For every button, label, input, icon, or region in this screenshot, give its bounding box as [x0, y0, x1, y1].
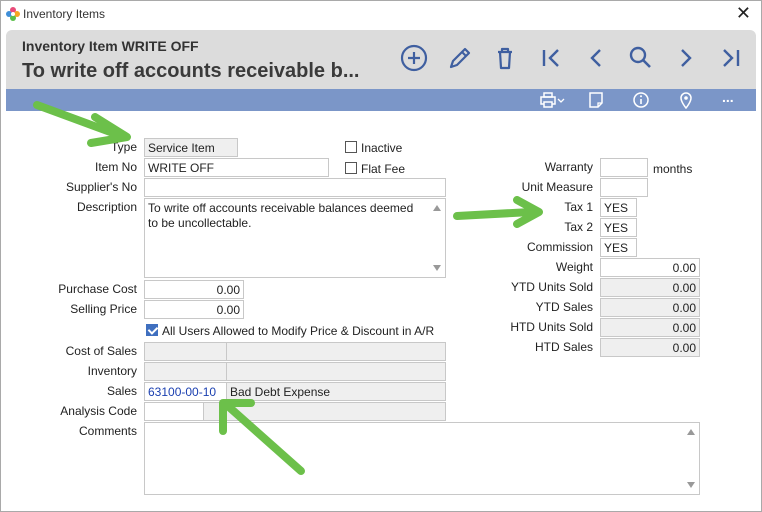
record-header: Inventory Item WRITE OFF To write off ac…: [6, 30, 756, 89]
next-record-icon[interactable]: [671, 43, 701, 73]
edit-icon[interactable]: [445, 43, 475, 73]
tax2-label: Tax 2: [564, 220, 593, 234]
sales-account-field[interactable]: 63100-00-10: [144, 382, 227, 401]
comments-label: Comments: [78, 424, 137, 438]
inventory-items-window: Inventory Items ✕ Inventory Item WRITE O…: [0, 0, 762, 512]
cost-of-sales-account-field[interactable]: [144, 342, 227, 361]
suppliers-no-label: Supplier's No: [66, 180, 137, 194]
commission-field[interactable]: YES: [600, 238, 637, 257]
flat-fee-label: Flat Fee: [361, 162, 406, 176]
tax1-label: Tax 1: [564, 200, 593, 214]
htd-units-sold-label: HTD Units Sold: [510, 320, 593, 334]
item-no-field[interactable]: WRITE OFF: [144, 158, 329, 177]
cost-of-sales-label: Cost of Sales: [65, 344, 137, 358]
warranty-label: Warranty: [544, 160, 593, 174]
purchase-cost-field[interactable]: 0.00: [144, 280, 244, 299]
selling-price-label: Selling Price: [70, 302, 137, 316]
record-title: To write off accounts receivable b...: [22, 60, 360, 82]
inventory-name-field: [226, 362, 446, 381]
htd-sales-field: 0.00: [600, 338, 700, 357]
close-icon[interactable]: ✕: [736, 3, 751, 23]
purchase-cost-label: Purchase Cost: [58, 282, 137, 296]
last-record-icon[interactable]: [716, 43, 746, 73]
all-users-allowed-checkbox[interactable]: [146, 324, 158, 336]
record-subtitle: Inventory Item WRITE OFF: [22, 38, 199, 54]
more-icon[interactable]: ...: [722, 89, 742, 107]
commission-label: Commission: [526, 240, 593, 254]
print-icon[interactable]: [538, 91, 566, 109]
scroll-down-icon[interactable]: [687, 482, 695, 488]
ytd-units-sold-label: YTD Units Sold: [510, 280, 593, 294]
inactive-checkbox[interactable]: [345, 141, 357, 153]
secondary-toolbar: ...: [6, 89, 756, 111]
info-icon[interactable]: [632, 91, 650, 109]
sales-account-name-field: Bad Debt Expense: [226, 382, 446, 401]
tax2-field[interactable]: YES: [600, 218, 637, 237]
scroll-down-icon[interactable]: [433, 265, 441, 271]
delete-icon[interactable]: [490, 43, 520, 73]
add-icon[interactable]: [399, 43, 429, 73]
scroll-up-icon[interactable]: [687, 429, 695, 435]
warranty-unit: months: [653, 162, 693, 176]
type-field[interactable]: Service Item: [144, 138, 238, 157]
inventory-label: Inventory: [87, 364, 137, 378]
search-icon[interactable]: [626, 43, 656, 73]
type-label: Type: [110, 140, 137, 154]
selling-price-field[interactable]: 0.00: [144, 300, 244, 319]
previous-record-icon[interactable]: [581, 43, 611, 73]
inactive-label: Inactive: [361, 141, 403, 155]
comments-field[interactable]: [144, 422, 700, 495]
weight-field[interactable]: 0.00: [600, 258, 700, 277]
notes-icon[interactable]: [587, 91, 605, 109]
window-title: Inventory Items: [23, 7, 106, 21]
ytd-sales-field: 0.00: [600, 298, 700, 317]
htd-sales-label: HTD Sales: [534, 340, 593, 354]
description-label: Description: [76, 200, 137, 214]
ytd-units-sold-field: 0.00: [600, 278, 700, 297]
unit-measure-field[interactable]: [600, 178, 648, 197]
first-record-icon[interactable]: [536, 43, 566, 73]
description-field[interactable]: To write off accounts receivable balance…: [144, 198, 446, 278]
weight-label: Weight: [555, 260, 593, 274]
suppliers-no-field[interactable]: [144, 178, 446, 197]
inventory-account-field[interactable]: [144, 362, 227, 381]
cost-of-sales-name-field: [226, 342, 446, 361]
description-scrollbar[interactable]: [429, 199, 445, 277]
analysis-code-label: Analysis Code: [60, 404, 137, 418]
tax1-field[interactable]: YES: [600, 198, 637, 217]
comments-scrollbar[interactable]: [683, 423, 699, 494]
unit-measure-label: Unit Measure: [521, 180, 593, 194]
analysis-code-name-field: [203, 402, 446, 421]
description-text: To write off accounts receivable balance…: [148, 201, 414, 230]
analysis-code-field[interactable]: [144, 402, 204, 421]
ytd-sales-label: YTD Sales: [535, 300, 593, 314]
item-no-label: Item No: [94, 160, 137, 174]
flat-fee-checkbox[interactable]: [345, 162, 357, 174]
location-icon[interactable]: [678, 91, 694, 110]
sales-label: Sales: [106, 384, 137, 398]
scroll-up-icon[interactable]: [433, 205, 441, 211]
warranty-field[interactable]: [600, 158, 648, 177]
htd-units-sold-field: 0.00: [600, 318, 700, 337]
app-flower-icon: [5, 6, 21, 22]
all-users-allowed-label: All Users Allowed to Modify Price & Disc…: [162, 324, 435, 338]
title-bar: Inventory Items ✕: [1, 1, 761, 27]
